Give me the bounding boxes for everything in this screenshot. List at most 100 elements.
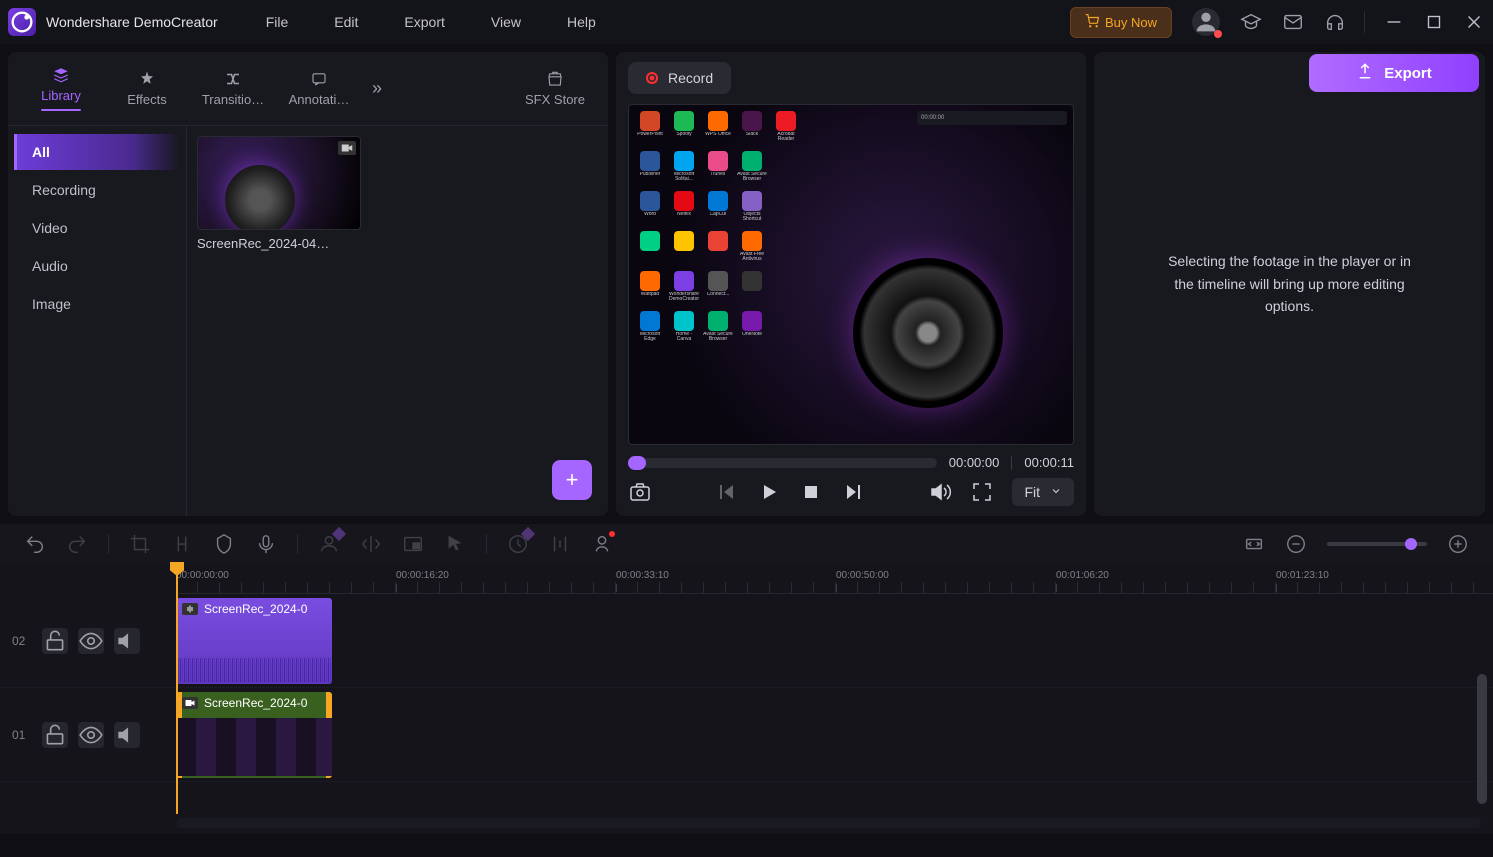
media-thumbnail	[197, 136, 361, 230]
prev-frame-icon[interactable]	[715, 480, 739, 504]
account-icon[interactable]	[1192, 8, 1220, 36]
undo-icon[interactable]	[24, 533, 46, 555]
category-all[interactable]: All	[14, 134, 180, 170]
export-label: Export	[1384, 65, 1432, 82]
ai-portrait-icon[interactable]	[318, 533, 340, 555]
window-minimize-icon[interactable]	[1383, 11, 1405, 33]
tab-library[interactable]: Library	[18, 60, 104, 117]
ai-avatar-icon[interactable]	[591, 533, 613, 555]
video-badge-icon	[338, 141, 356, 155]
tab-label: SFX Store	[525, 92, 585, 107]
fit-label: Fit	[1024, 484, 1040, 500]
progress-slider[interactable]	[628, 458, 937, 468]
next-frame-icon[interactable]	[841, 480, 865, 504]
window-close-icon[interactable]	[1463, 11, 1485, 33]
video-clip[interactable]: ScreenRec_2024-0	[176, 692, 332, 778]
recording-toolbar-overlay: 00:00:00	[917, 111, 1067, 125]
marker-icon[interactable]	[213, 533, 235, 555]
track-mute-icon[interactable]	[114, 628, 140, 654]
zoom-in-icon[interactable]	[1447, 533, 1469, 555]
tabs-more-icon[interactable]: »	[362, 78, 392, 99]
ruler-tick: 00:00:00:00	[176, 570, 229, 581]
audio-clip[interactable]: ScreenRec_2024-0	[176, 598, 332, 684]
menu-help[interactable]: Help	[559, 8, 604, 36]
time-current: 00:00:00	[949, 455, 1000, 470]
chevron-down-icon	[1050, 484, 1062, 500]
tab-sfx-store[interactable]: SFX Store	[512, 64, 598, 113]
tab-transitions[interactable]: Transitio…	[190, 64, 276, 113]
redo-icon[interactable]	[66, 533, 88, 555]
tab-label: Annotati…	[289, 92, 350, 107]
cursor-icon[interactable]	[444, 533, 466, 555]
media-item[interactable]: ScreenRec_2024-04…	[197, 136, 361, 251]
track-lock-icon[interactable]	[42, 628, 68, 654]
add-media-button[interactable]: +	[552, 460, 592, 500]
category-image[interactable]: Image	[14, 286, 180, 322]
clip-name: ScreenRec_2024-0	[204, 696, 307, 710]
track-visibility-icon[interactable]	[78, 628, 104, 654]
menu-file[interactable]: File	[258, 8, 297, 36]
headset-icon[interactable]	[1324, 11, 1346, 33]
track-lock-icon[interactable]	[42, 722, 68, 748]
window-maximize-icon[interactable]	[1423, 11, 1445, 33]
category-recording[interactable]: Recording	[14, 172, 180, 208]
track-mute-icon[interactable]	[114, 722, 140, 748]
voiceover-icon[interactable]	[255, 533, 277, 555]
export-button[interactable]: Export	[1309, 54, 1479, 92]
graduation-icon[interactable]	[1240, 11, 1262, 33]
media-name: ScreenRec_2024-04…	[197, 236, 361, 251]
record-button[interactable]: Record	[628, 62, 731, 94]
category-video[interactable]: Video	[14, 210, 180, 246]
fullscreen-icon[interactable]	[970, 480, 994, 504]
crop-icon[interactable]	[129, 533, 151, 555]
library-panel: Library Effects Transitio… Annotati… » S…	[8, 52, 608, 516]
tab-label: Transitio…	[202, 92, 264, 107]
track-number: 02	[12, 634, 32, 648]
ruler-tick: 00:01:06:20	[1056, 570, 1109, 581]
cart-icon	[1085, 14, 1099, 31]
ruler-tick: 00:00:50:00	[836, 570, 889, 581]
snapshot-icon[interactable]	[628, 480, 652, 504]
preview-video[interactable]: PowerPointSpotifyWPS OfficeSlackAcrobat …	[628, 104, 1074, 445]
playhead[interactable]	[176, 564, 178, 814]
timeline-scrollbar-v[interactable]	[1477, 674, 1487, 804]
volume-icon[interactable]	[928, 480, 952, 504]
timeline-scrollbar-h[interactable]	[176, 818, 1481, 828]
app-title: Wondershare DemoCreator	[46, 14, 218, 30]
mirror-icon[interactable]	[360, 533, 382, 555]
zoom-slider[interactable]	[1327, 542, 1427, 546]
split-icon[interactable]	[171, 533, 193, 555]
tab-label: Library	[41, 88, 81, 111]
category-audio[interactable]: Audio	[14, 248, 180, 284]
ruler-tick: 00:01:23:10	[1276, 570, 1329, 581]
zoom-fit-dropdown[interactable]: Fit	[1012, 478, 1074, 506]
stop-icon[interactable]	[799, 480, 823, 504]
audio-adjust-icon[interactable]	[549, 533, 571, 555]
record-label: Record	[668, 70, 713, 86]
ruler-tick: 00:00:33:10	[616, 570, 669, 581]
play-icon[interactable]	[757, 480, 781, 504]
timeline-ruler[interactable]: 00:00:00:00 00:00:16:20 00:00:33:10 00:0…	[176, 564, 1493, 594]
mail-icon[interactable]	[1282, 11, 1304, 33]
track-visibility-icon[interactable]	[78, 722, 104, 748]
menu-view[interactable]: View	[483, 8, 529, 36]
fit-timeline-icon[interactable]	[1243, 533, 1265, 555]
zoom-out-icon[interactable]	[1285, 533, 1307, 555]
clip-name: ScreenRec_2024-0	[204, 602, 307, 616]
track-row: 02 ScreenRec_2024-0	[0, 594, 1493, 688]
library-icon	[52, 66, 70, 84]
pip-icon[interactable]	[402, 533, 424, 555]
time-total: 00:00:11	[1024, 455, 1074, 470]
store-icon	[546, 70, 564, 88]
buy-now-label: Buy Now	[1105, 15, 1157, 30]
tab-effects[interactable]: Effects	[104, 64, 190, 113]
buy-now-button[interactable]: Buy Now	[1070, 7, 1172, 38]
effects-icon	[138, 70, 156, 88]
menu-export[interactable]: Export	[396, 8, 452, 36]
speed-icon[interactable]	[507, 533, 529, 555]
timeline: 00:00:00:00 00:00:16:20 00:00:33:10 00:0…	[0, 564, 1493, 834]
ruler-tick: 00:00:16:20	[396, 570, 449, 581]
tab-annotations[interactable]: Annotati…	[276, 64, 362, 113]
menu-edit[interactable]: Edit	[326, 8, 366, 36]
annotations-icon	[310, 70, 328, 88]
